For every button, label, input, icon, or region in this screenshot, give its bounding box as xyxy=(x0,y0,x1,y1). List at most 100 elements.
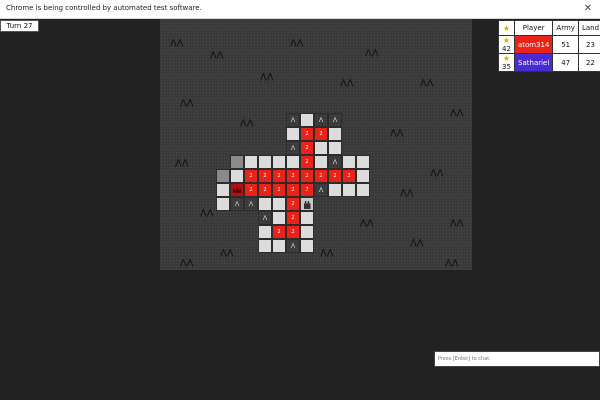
tile-city[interactable] xyxy=(300,197,314,211)
tile-dark[interactable] xyxy=(230,155,244,169)
tile-mountain[interactable]: ⋀ xyxy=(314,113,328,127)
tile-red[interactable]: 2 xyxy=(258,169,272,183)
tile-neutral[interactable] xyxy=(356,169,370,183)
tile-neutral[interactable] xyxy=(272,239,286,253)
tile-mountain[interactable]: ⋀ xyxy=(244,197,258,211)
tile-red[interactable]: 2 xyxy=(286,183,300,197)
fog-mountain-icon: ⋀⋀ xyxy=(390,128,404,137)
mountain-icon: ⋀ xyxy=(234,201,240,207)
tile-neutral[interactable] xyxy=(258,225,272,239)
fog-mountain-icon: ⋀⋀ xyxy=(240,118,254,127)
mountain-icon: ⋀ xyxy=(290,145,296,151)
city-icon xyxy=(303,201,311,209)
tile-red[interactable]: 2 xyxy=(258,183,272,197)
tile-neutral[interactable] xyxy=(314,141,328,155)
tile-red[interactable]: 2 xyxy=(328,169,342,183)
tile-neutral[interactable] xyxy=(328,141,342,155)
tile-neutral[interactable] xyxy=(258,239,272,253)
tile-neutral[interactable] xyxy=(300,239,314,253)
tile-neutral[interactable] xyxy=(258,197,272,211)
tile-neutral[interactable] xyxy=(286,155,300,169)
leaderboard-header-land: Land xyxy=(577,20,600,36)
tile-neutral[interactable] xyxy=(286,127,300,141)
fog-mountain-icon: ⋀⋀ xyxy=(445,258,459,267)
tile-red[interactable]: 2 xyxy=(272,183,286,197)
mountain-icon: ⋀ xyxy=(290,117,296,123)
tile-red[interactable]: 2 xyxy=(272,169,286,183)
tile-neutral[interactable] xyxy=(300,211,314,225)
mountain-icon: ⋀ xyxy=(332,159,338,165)
tile-red[interactable]: 2 xyxy=(342,169,356,183)
tile-neutral[interactable] xyxy=(272,211,286,225)
star-icon: ★ xyxy=(502,23,511,33)
fog-mountain-icon: ⋀⋀ xyxy=(450,108,464,117)
tile-mountain[interactable]: ⋀ xyxy=(286,141,300,155)
tile-neutral[interactable] xyxy=(356,155,370,169)
tile-general[interactable] xyxy=(230,183,244,197)
tile-neutral[interactable] xyxy=(230,169,244,183)
tile-red[interactable]: 2 xyxy=(300,155,314,169)
tile-neutral[interactable] xyxy=(300,225,314,239)
mountain-icon: ⋀ xyxy=(248,201,254,207)
leaderboard-army: 47 xyxy=(552,53,579,72)
tile-neutral[interactable] xyxy=(216,183,230,197)
tile-red[interactable]: 2 xyxy=(244,183,258,197)
mountain-icon: ⋀ xyxy=(262,215,268,221)
fog-mountain-icon: ⋀⋀ xyxy=(340,78,354,87)
tile-neutral[interactable] xyxy=(342,183,356,197)
tile-red[interactable]: 2 xyxy=(300,169,314,183)
tile-neutral[interactable] xyxy=(216,197,230,211)
tile-red[interactable]: 2 xyxy=(244,169,258,183)
tile-neutral[interactable] xyxy=(328,127,342,141)
leaderboard-land: 22 xyxy=(577,53,600,72)
fog-mountain-icon: ⋀⋀ xyxy=(260,72,274,81)
fog-mountain-icon: ⋀⋀ xyxy=(180,258,194,267)
tile-red[interactable]: 2 xyxy=(272,225,286,239)
tile-red[interactable]: 2 xyxy=(286,211,300,225)
tile-neutral[interactable] xyxy=(244,155,258,169)
tile-neutral[interactable] xyxy=(342,155,356,169)
tile-neutral[interactable] xyxy=(300,113,314,127)
leaderboard-player-name: Sathariel xyxy=(513,53,554,72)
tile-mountain[interactable]: ⋀ xyxy=(230,197,244,211)
tile-red[interactable]: 2 xyxy=(286,197,300,211)
tile-mountain[interactable]: ⋀ xyxy=(314,183,328,197)
mountain-icon: ⋀ xyxy=(318,187,324,193)
tile-red[interactable]: 2 xyxy=(314,169,328,183)
chat-input[interactable] xyxy=(434,351,600,367)
tile-mountain[interactable]: ⋀ xyxy=(286,113,300,127)
mountain-icon: ⋀ xyxy=(332,117,338,123)
star-icon: ★ xyxy=(502,36,511,45)
leaderboard-stars: ★ 35 xyxy=(498,53,515,72)
leaderboard-row: ★ 35 Sathariel 47 22 xyxy=(498,53,600,72)
tile-dark[interactable] xyxy=(216,169,230,183)
fog-mountain-icon: ⋀⋀ xyxy=(420,78,434,87)
tile-red[interactable]: 2 xyxy=(314,127,328,141)
tile-neutral[interactable] xyxy=(272,197,286,211)
tile-neutral[interactable] xyxy=(314,155,328,169)
infobar-message: Chrome is being controlled by automated … xyxy=(6,4,202,12)
tile-mountain[interactable]: ⋀ xyxy=(286,239,300,253)
game-board[interactable]: ⋀⋀ ⋀⋀ ⋀⋀ ⋀⋀ ⋀⋀ ⋀⋀ ⋀⋀ ⋀⋀ ⋀⋀ ⋀⋀ ⋀⋀ ⋀⋀ ⋀⋀ ⋀⋀ ⋀⋀ ⋀⋀ ⋀⋀ ⋀⋀ ⋀⋀ ⋀⋀… xyxy=(160,19,472,270)
tile-red[interactable]: 2 xyxy=(286,169,300,183)
tile-neutral[interactable] xyxy=(272,155,286,169)
tile-red[interactable]: 7 xyxy=(300,183,314,197)
fog-mountain-icon: ⋀⋀ xyxy=(430,168,444,177)
tile-mountain[interactable]: ⋀ xyxy=(328,113,342,127)
tile-neutral[interactable] xyxy=(328,183,342,197)
tile-mountain[interactable]: ⋀ xyxy=(258,211,272,225)
leaderboard-army: 51 xyxy=(552,35,579,54)
tile-neutral[interactable] xyxy=(356,183,370,197)
tile-red[interactable]: 2 xyxy=(286,225,300,239)
tile-red[interactable]: 2 xyxy=(300,127,314,141)
fog-mountain-icon: ⋀⋀ xyxy=(170,38,184,47)
leaderboard-row: ★ 42 atom314 51 23 xyxy=(498,35,600,54)
mountain-icon: ⋀ xyxy=(318,117,324,123)
leaderboard-land: 23 xyxy=(577,35,600,54)
fog-mountain-icon: ⋀⋀ xyxy=(200,208,214,217)
tile-red[interactable]: 2 xyxy=(300,141,314,155)
close-icon[interactable]: ✕ xyxy=(584,2,592,16)
tile-neutral[interactable] xyxy=(258,155,272,169)
tile-mountain[interactable]: ⋀ xyxy=(328,155,342,169)
star-count: 42 xyxy=(502,45,511,53)
